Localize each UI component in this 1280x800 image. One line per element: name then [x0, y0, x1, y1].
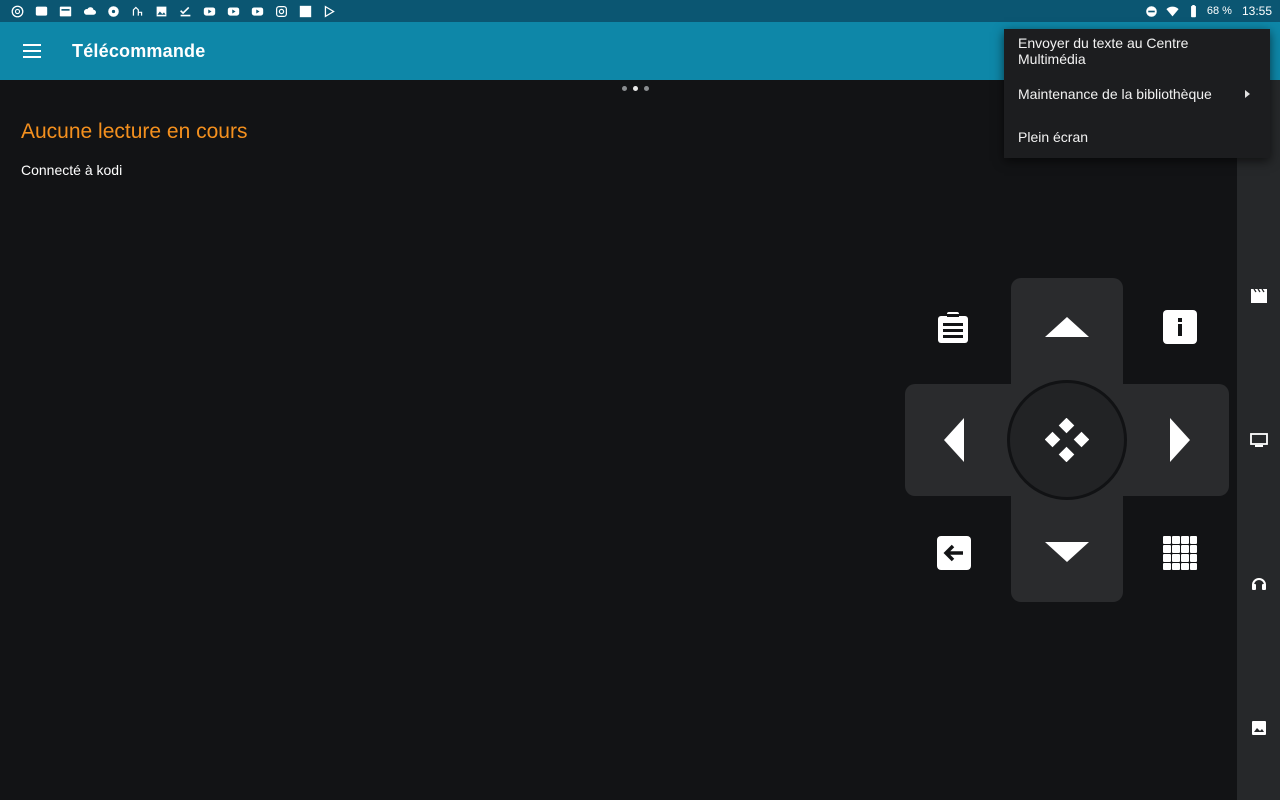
chat-icon — [34, 5, 49, 18]
left-button[interactable] — [932, 408, 976, 472]
rail-music-button[interactable] — [1237, 568, 1280, 598]
instagram-icon — [274, 5, 289, 18]
rail-pictures-button[interactable] — [1237, 713, 1280, 743]
play-store-icon — [322, 4, 337, 18]
back-icon — [937, 536, 971, 570]
info-button[interactable] — [1160, 308, 1200, 346]
overflow-menu: Envoyer du texte au Centre Multimédia Ma… — [1004, 29, 1270, 158]
rail-movies-button[interactable] — [1237, 281, 1280, 311]
youtube-icon — [202, 5, 217, 18]
down-arrow-icon — [1045, 542, 1089, 562]
do-not-disturb-icon — [1144, 5, 1159, 18]
hamburger-menu-button[interactable] — [0, 22, 64, 80]
clock: 13:55 — [1241, 4, 1272, 18]
now-playing-title: Aucune lecture en cours — [21, 120, 248, 143]
page-indicator — [622, 86, 649, 91]
square-icon — [298, 5, 313, 18]
music-icon — [1251, 578, 1266, 590]
menu-item-label: Maintenance de la bibliothèque — [1018, 85, 1212, 102]
select-icon — [1045, 418, 1089, 462]
select-button[interactable] — [1007, 380, 1127, 500]
up-button[interactable] — [1032, 306, 1102, 348]
image-icon — [154, 5, 169, 18]
notification-icons — [10, 4, 337, 18]
keypad-button[interactable] — [1160, 533, 1200, 573]
youtube-icon — [250, 5, 265, 18]
right-button[interactable] — [1158, 408, 1202, 472]
up-arrow-icon — [1045, 317, 1089, 337]
pictures-icon — [1251, 721, 1266, 735]
page-title: Télécommande — [72, 40, 206, 61]
movies-icon — [1250, 288, 1267, 303]
tv-icon — [1249, 433, 1268, 447]
menu-item-label: Envoyer du texte au Centre Multimédia — [1018, 34, 1189, 67]
page-dot[interactable] — [644, 86, 649, 91]
playlist-icon — [938, 312, 968, 343]
left-arrow-icon — [944, 418, 964, 462]
circle-icon — [106, 5, 121, 18]
menu-item-library-maintenance[interactable]: Maintenance de la bibliothèque — [1004, 72, 1270, 115]
gesture-icon — [130, 5, 145, 18]
side-navigation-rail — [1237, 80, 1280, 800]
battery-percent: 68 % — [1206, 5, 1232, 17]
youtube-icon — [226, 5, 241, 18]
page-dot-active[interactable] — [633, 86, 638, 91]
right-arrow-icon — [1170, 418, 1190, 462]
cloud-icon — [82, 5, 97, 18]
hamburger-icon — [23, 44, 41, 58]
wifi-icon — [1165, 5, 1180, 18]
keypad-icon — [1163, 536, 1197, 570]
news-icon — [58, 5, 73, 18]
menu-item-fullscreen[interactable]: Plein écran — [1004, 115, 1270, 158]
chrome-icon — [10, 5, 25, 18]
down-button[interactable] — [1032, 531, 1102, 573]
playlist-button[interactable] — [934, 308, 972, 348]
menu-item-send-text[interactable]: Envoyer du texte au Centre Multimédia — [1004, 29, 1270, 72]
submenu-arrow-icon — [1245, 89, 1250, 98]
check-icon — [178, 5, 193, 18]
battery-icon — [1186, 4, 1201, 18]
status-bar: 68 % 13:55 — [0, 0, 1280, 22]
system-status: 68 % 13:55 — [1144, 4, 1272, 18]
back-button[interactable] — [934, 533, 974, 573]
info-icon — [1163, 310, 1197, 344]
rail-tv-button[interactable] — [1237, 425, 1280, 455]
page-dot[interactable] — [622, 86, 627, 91]
menu-item-label: Plein écran — [1018, 128, 1089, 145]
connection-status: Connecté à kodi — [21, 162, 123, 178]
